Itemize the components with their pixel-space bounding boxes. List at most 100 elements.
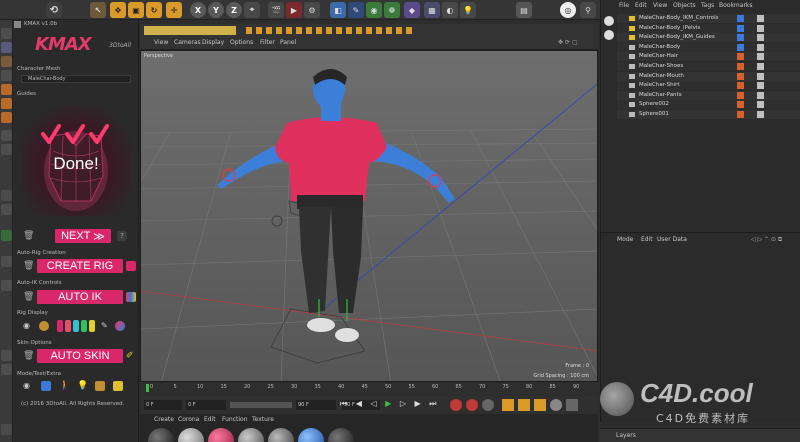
material-swatch[interactable]: [268, 428, 294, 442]
object-tag-icon[interactable]: [757, 82, 764, 90]
color-pink-swatch[interactable]: [65, 320, 71, 332]
make-editable-button[interactable]: [1, 28, 12, 39]
x-axis-button[interactable]: X: [190, 2, 206, 18]
planar-workplane-button[interactable]: [1, 280, 12, 291]
keyframe-selection-button[interactable]: [482, 399, 494, 411]
viewport-solo-button[interactable]: [1, 364, 12, 375]
om-menu-tags[interactable]: Tags: [701, 2, 714, 9]
object-tag-icon[interactable]: [757, 53, 764, 61]
object-tag-icon[interactable]: [757, 72, 764, 80]
material-menu-texture[interactable]: Texture: [252, 416, 274, 423]
object-tag-icon[interactable]: [737, 72, 744, 80]
playhead[interactable]: [146, 384, 149, 392]
pen-spline-button[interactable]: ✎: [348, 2, 364, 18]
am-menu-user-data[interactable]: User Data: [657, 236, 687, 243]
timeline-ruler[interactable]: 0 5 10 15 20 25 30 35 40 45 50 55 60 65 70 75 80 85 90: [140, 382, 598, 394]
am-menu-mode[interactable]: Mode: [617, 236, 633, 243]
material-swatch[interactable]: [328, 428, 354, 442]
snap-button[interactable]: ⚲: [580, 2, 596, 18]
render-settings-button[interactable]: ⚙: [304, 2, 320, 18]
create-rig-button[interactable]: CREATE RIG: [37, 259, 123, 273]
export-icon[interactable]: [113, 381, 123, 391]
help-button[interactable]: ?: [117, 231, 127, 241]
om-menu-file[interactable]: File: [619, 2, 629, 9]
layout-c4d-button[interactable]: [1, 424, 12, 435]
cube-object-button[interactable]: ◧: [330, 2, 346, 18]
menu-display[interactable]: Display: [202, 39, 224, 46]
pen-icon[interactable]: ✎: [101, 321, 111, 331]
live-selection-button[interactable]: ✛: [166, 2, 182, 18]
ik-color-icon[interactable]: [126, 292, 136, 302]
render-picture-viewer-button[interactable]: ▶: [286, 2, 302, 18]
menu-view[interactable]: View: [154, 39, 168, 46]
object-tag-icon[interactable]: [757, 15, 764, 22]
sphere-icon[interactable]: [39, 321, 49, 331]
generator-button[interactable]: ❁: [384, 2, 400, 18]
object-tag-icon[interactable]: [737, 101, 744, 109]
color-green-swatch[interactable]: [81, 320, 87, 332]
material-swatch[interactable]: [238, 428, 264, 442]
scale-tool-button[interactable]: ▣: [128, 2, 144, 18]
record-button[interactable]: [450, 399, 462, 411]
viewport-perspective[interactable]: Perspective Frame : 0 Grid Spacing : 100…: [140, 50, 598, 382]
object-row[interactable]: MaleChar-Hair: [617, 52, 800, 62]
range-slider[interactable]: [230, 402, 292, 408]
object-tag-icon[interactable]: [737, 15, 744, 22]
object-tag-icon[interactable]: [737, 24, 744, 32]
material-swatch[interactable]: [148, 428, 174, 442]
eye-icon[interactable]: ◉: [23, 321, 33, 331]
takes-tab-icon[interactable]: [604, 30, 614, 40]
workplane-button[interactable]: [1, 70, 12, 81]
scene-button[interactable]: ▦: [424, 2, 440, 18]
object-row[interactable]: MaleChar-Pants: [617, 90, 800, 100]
am-nav-icons[interactable]: ◁ ▷ ⌃ ⊙ ⧉: [751, 236, 782, 244]
viewport-tab[interactable]: [144, 26, 236, 35]
lock-workplane-button[interactable]: [1, 256, 12, 267]
key-parameter-button[interactable]: [550, 399, 562, 411]
material-menu-create[interactable]: Create: [154, 416, 174, 423]
trash-icon[interactable]: 🗑: [23, 351, 34, 361]
rig-options-icon[interactable]: [126, 261, 136, 271]
palette-icon[interactable]: [115, 321, 125, 331]
object-tag-icon[interactable]: [737, 91, 744, 99]
playback-buttons[interactable]: ⏮ ◀ ◁ ▶ ▷ ▶ ⏭: [340, 399, 439, 409]
material-swatch[interactable]: [208, 428, 234, 442]
max-frame-field[interactable]: 90 F: [296, 400, 336, 410]
trash-icon[interactable]: 🗑: [23, 231, 34, 241]
coordinate-system-button[interactable]: ⌖: [244, 2, 260, 18]
auto-ik-button[interactable]: AUTO IK: [37, 290, 123, 304]
object-tag-icon[interactable]: [737, 111, 744, 118]
material-swatch[interactable]: [178, 428, 204, 442]
key-position-button[interactable]: [502, 399, 514, 411]
object-tag-icon[interactable]: [757, 101, 764, 109]
object-row[interactable]: MaleChar-Body_iPelvis: [617, 23, 800, 33]
axis-mode-button[interactable]: [1, 130, 12, 141]
color-cyan-swatch[interactable]: [73, 320, 79, 332]
objects-tab-icon[interactable]: [604, 16, 614, 26]
material-menu-function[interactable]: Function: [222, 416, 248, 423]
object-tag-icon[interactable]: [757, 63, 764, 70]
layout-switch-button[interactable]: ◎: [560, 2, 576, 18]
layout-grid-button[interactable]: ▤: [516, 2, 532, 18]
object-tag-icon[interactable]: [757, 34, 764, 42]
object-row[interactable]: MaleChar-Body: [617, 42, 800, 52]
object-row[interactable]: MaleChar-Mouth: [617, 71, 800, 81]
key-point-button[interactable]: [566, 399, 578, 411]
object-row[interactable]: Sphere002: [617, 100, 800, 110]
auto-skin-button[interactable]: AUTO SKIN: [37, 349, 123, 363]
edges-mode-button[interactable]: [1, 98, 12, 109]
viewport-nav-icons[interactable]: ✥ ⟳ ▢: [558, 39, 578, 46]
render-view-button[interactable]: 🎬: [268, 2, 284, 18]
om-menu-objects[interactable]: Objects: [673, 2, 696, 9]
model-mode-button[interactable]: [1, 42, 12, 53]
puzzle-icon[interactable]: [95, 381, 105, 391]
om-menu-edit[interactable]: Edit: [635, 2, 647, 9]
solo-button[interactable]: [1, 350, 12, 361]
trash-icon[interactable]: 🗑: [23, 292, 34, 302]
trash-icon[interactable]: 🗑: [23, 261, 34, 271]
object-tag-icon[interactable]: [737, 82, 744, 90]
character-mesh-field[interactable]: MaleChar-Body: [21, 75, 131, 83]
object-row[interactable]: Sphere001: [617, 110, 800, 119]
color-yellow-swatch[interactable]: [89, 320, 95, 332]
object-row[interactable]: MaleChar-Body_IKM_Controls: [617, 14, 800, 23]
